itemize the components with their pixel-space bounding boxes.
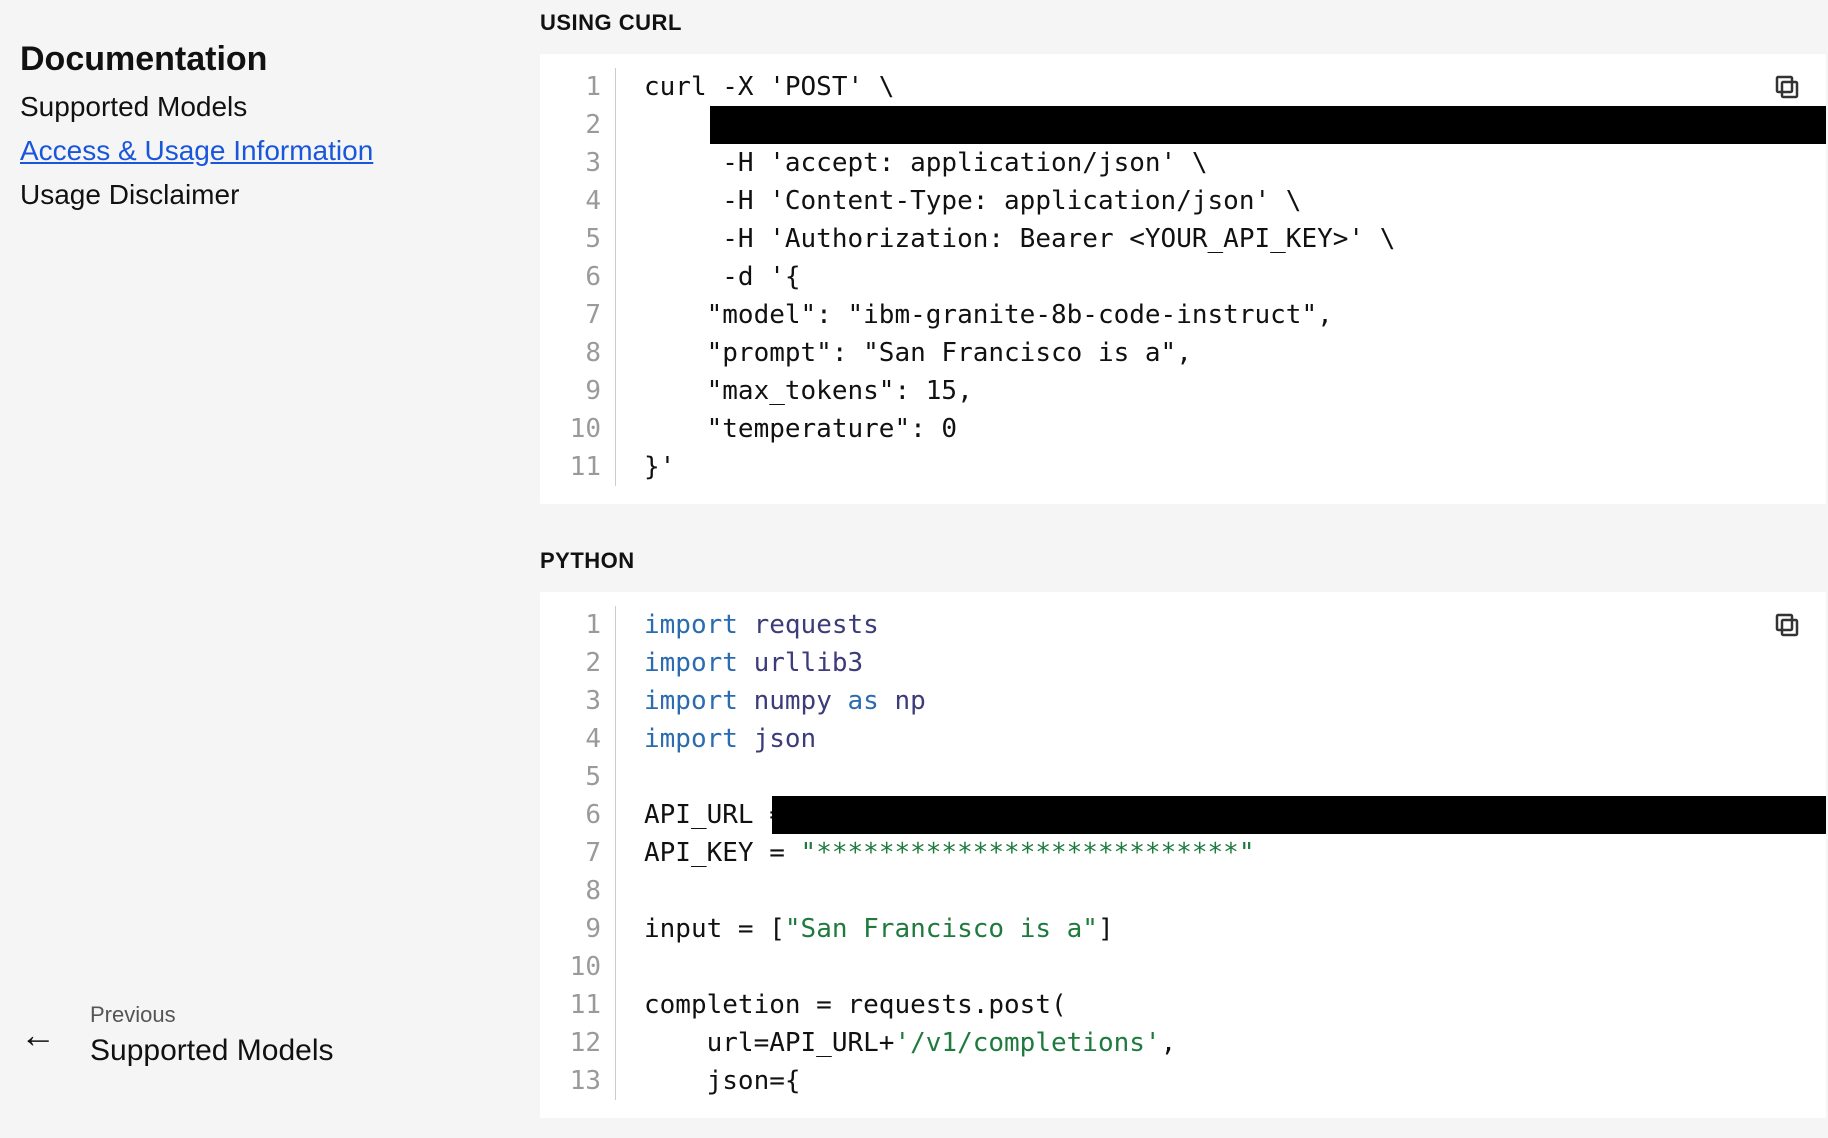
sidebar-item-0[interactable]: Supported Models (20, 91, 520, 123)
code-line: curl -X 'POST' \ (644, 68, 1826, 106)
line-number: 9 (540, 372, 601, 410)
main-content: USING CURL 1234567891011 curl -X 'POST' … (540, 0, 1828, 1138)
line-number: 13 (540, 1062, 601, 1100)
line-number: 3 (540, 144, 601, 182)
line-number: 2 (540, 644, 601, 682)
line-number: 1 (540, 606, 601, 644)
line-number-gutter: 1234567891011 (540, 68, 616, 486)
prev-nav[interactable]: ← Previous Supported Models (20, 972, 520, 1118)
prev-title: Supported Models (90, 1034, 334, 1068)
line-number: 11 (540, 986, 601, 1024)
code-line: url=API_URL+'/v1/completions', (644, 1024, 1826, 1062)
code-line (644, 872, 1826, 910)
section-heading-curl: USING CURL (540, 10, 1826, 36)
sidebar-item-1[interactable]: Access & Usage Information (20, 135, 520, 167)
code-line: "temperature": 0 (644, 410, 1826, 448)
code-line (644, 758, 1826, 796)
code-line: completion = requests.post( (644, 986, 1826, 1024)
line-number: 2 (540, 106, 601, 144)
line-number: 7 (540, 296, 601, 334)
code-line: import numpy as np (644, 682, 1826, 720)
line-number: 5 (540, 758, 601, 796)
sidebar-item-2[interactable]: Usage Disclaimer (20, 179, 520, 211)
prev-block: Previous Supported Models (90, 1002, 334, 1068)
code-line: import urllib3 (644, 644, 1826, 682)
line-number: 7 (540, 834, 601, 872)
code-line: input = ["San Francisco is a"] (644, 910, 1826, 948)
code-line: -H 'Content-Type: application/json' \ (644, 182, 1826, 220)
code-block-curl: 1234567891011 curl -X 'POST' \ ' -H 'acc… (540, 54, 1826, 504)
line-number: 8 (540, 334, 601, 372)
code-line: API_KEY = "***************************" (644, 834, 1826, 872)
code-lines: curl -X 'POST' \ ' -H 'accept: applicati… (616, 68, 1826, 486)
code-line: "max_tokens": 15, (644, 372, 1826, 410)
line-number: 1 (540, 68, 601, 106)
code-lines: import requestsimport urllib3import nump… (616, 606, 1826, 1100)
line-number: 12 (540, 1024, 601, 1062)
line-number: 4 (540, 182, 601, 220)
code-line: -H 'Authorization: Bearer <YOUR_API_KEY>… (644, 220, 1826, 258)
line-number: 9 (540, 910, 601, 948)
line-number: 10 (540, 410, 601, 448)
line-number: 10 (540, 948, 601, 986)
redaction-bar (772, 796, 1826, 834)
line-number: 3 (540, 682, 601, 720)
code-line: "prompt": "San Francisco is a", (644, 334, 1826, 372)
sidebar: Documentation Supported Models Access & U… (0, 0, 540, 1138)
section-heading-python: PYTHON (540, 548, 1826, 574)
line-number: 6 (540, 796, 601, 834)
code-line: -H 'accept: application/json' \ (644, 144, 1826, 182)
code-line (644, 948, 1826, 986)
code-line: json={ (644, 1062, 1826, 1100)
code-block-python: 12345678910111213 import requestsimport … (540, 592, 1826, 1118)
code-line: }' (644, 448, 1826, 486)
line-number: 11 (540, 448, 601, 486)
line-number: 5 (540, 220, 601, 258)
line-number-gutter: 12345678910111213 (540, 606, 616, 1100)
line-number: 4 (540, 720, 601, 758)
redaction-bar (710, 106, 1826, 144)
line-number: 6 (540, 258, 601, 296)
sidebar-nav: Supported Models Access & Usage Informati… (20, 91, 520, 211)
prev-label: Previous (90, 1002, 334, 1028)
code-line: import json (644, 720, 1826, 758)
arrow-left-icon: ← (20, 1017, 56, 1053)
code-line: -d '{ (644, 258, 1826, 296)
line-number: 8 (540, 872, 601, 910)
sidebar-title: Documentation (20, 40, 520, 79)
code-line: "model": "ibm-granite-8b-code-instruct", (644, 296, 1826, 334)
code-line: import requests (644, 606, 1826, 644)
